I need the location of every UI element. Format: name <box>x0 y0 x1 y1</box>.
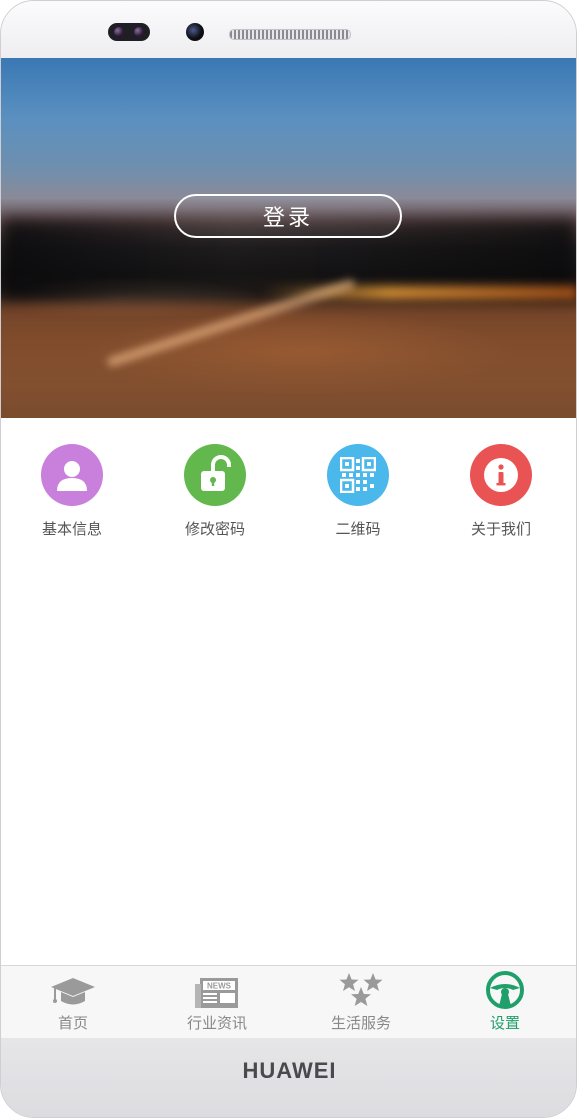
tab-label: 生活服务 <box>330 1014 391 1032</box>
menu-item-change-password[interactable]: 修改密码 <box>155 444 275 554</box>
app-screen: 登录 基本信息 修改密码 二维码 关于我们 首页 NEWS 行业资讯 生活服务 … <box>1 58 576 1038</box>
menu-item-label: 修改密码 <box>184 520 245 538</box>
tab-label: 设置 <box>489 1014 520 1032</box>
login-button[interactable]: 登录 <box>174 194 402 238</box>
svg-text:NEWS: NEWS <box>207 982 232 991</box>
settings-menu-grid: 基本信息 修改密码 二维码 关于我们 <box>1 444 576 554</box>
newspaper-icon: NEWS <box>145 966 289 1010</box>
info-icon <box>470 444 532 506</box>
tab-industry-news[interactable]: NEWS 行业资讯 <box>145 966 289 1038</box>
bottom-tab-bar: 首页 NEWS 行业资讯 生活服务 设置 <box>1 965 576 1038</box>
tab-home[interactable]: 首页 <box>1 966 145 1038</box>
graduation-cap-icon <box>1 966 145 1010</box>
speaker-grille <box>229 29 351 40</box>
menu-item-label: 基本信息 <box>41 520 102 538</box>
brand-logo: HUAWEI <box>242 1058 337 1083</box>
tab-label: 首页 <box>57 1014 88 1032</box>
menu-item-basic-info[interactable]: 基本信息 <box>12 444 132 554</box>
menu-item-label: 关于我们 <box>470 520 531 538</box>
qrcode-icon <box>327 444 389 506</box>
unlock-icon <box>184 444 246 506</box>
stars-icon <box>289 966 433 1010</box>
tab-settings[interactable]: 设置 <box>433 966 576 1038</box>
dual-camera-icon <box>108 23 150 41</box>
header-banner-image: 登录 <box>1 58 576 418</box>
tab-life-services[interactable]: 生活服务 <box>289 966 433 1038</box>
menu-item-qrcode[interactable]: 二维码 <box>298 444 418 554</box>
front-camera-icon <box>186 23 204 41</box>
phone-top-bezel <box>1 1 576 58</box>
banner-road <box>1 303 576 418</box>
user-icon <box>41 444 103 506</box>
steering-wheel-icon <box>433 966 576 1010</box>
tab-label: 行业资讯 <box>186 1014 247 1032</box>
menu-item-label: 二维码 <box>335 520 381 538</box>
menu-item-about-us[interactable]: 关于我们 <box>441 444 561 554</box>
phone-frame: 登录 基本信息 修改密码 二维码 关于我们 首页 NEWS 行业资讯 生活服务 … <box>0 0 577 1118</box>
